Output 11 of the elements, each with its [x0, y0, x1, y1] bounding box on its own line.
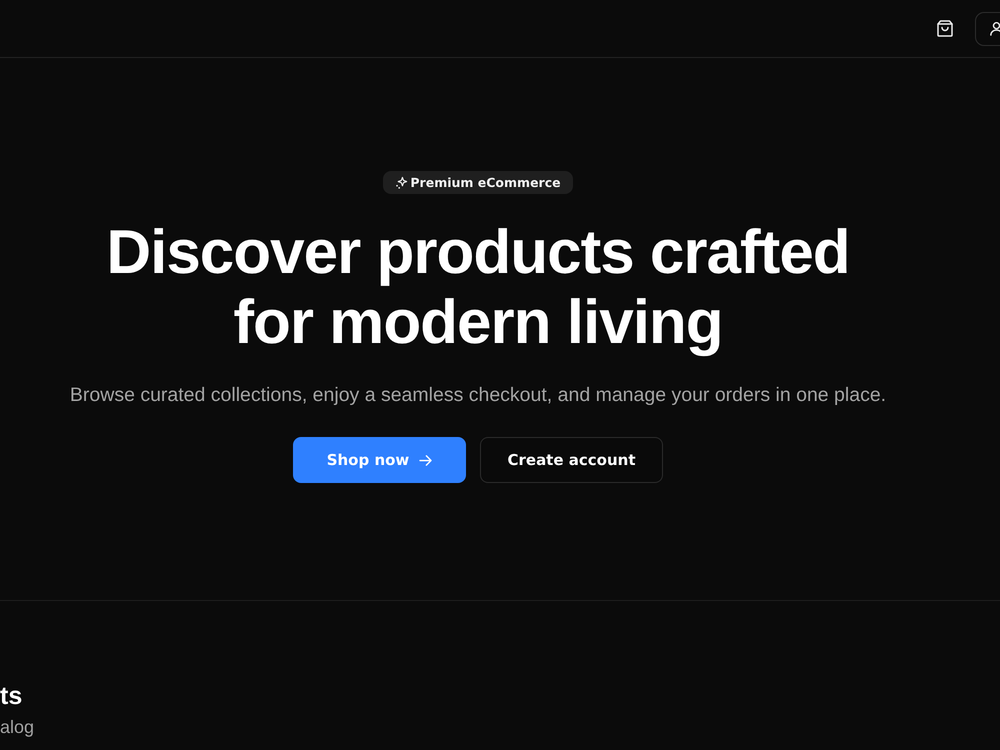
user-icon	[989, 21, 1000, 36]
arrow-right-icon	[419, 454, 432, 466]
badge-text: Premium eCommerce	[410, 175, 561, 190]
sparkle-icon	[395, 176, 408, 189]
section-subtitle: alog	[0, 717, 36, 738]
shopping-bag-icon[interactable]	[937, 20, 953, 37]
section-title: ts	[0, 681, 24, 711]
shop-now-button[interactable]: Shop now	[293, 437, 466, 483]
create-account-button[interactable]: Create account	[480, 437, 663, 483]
hero-heading: Discover products crafted for modern living	[105, 218, 851, 358]
hero-subtitle: Browse curated collections, enjoy a seamless checkout, and manage your orders in one place.	[70, 384, 886, 407]
